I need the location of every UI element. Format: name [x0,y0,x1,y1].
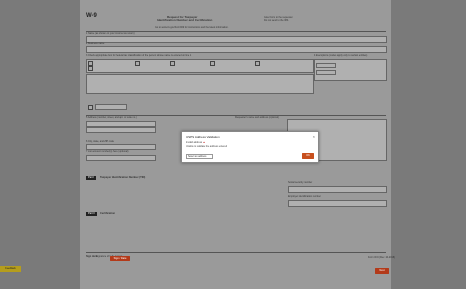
name-field[interactable] [86,36,387,43]
checkbox-partnership[interactable] [210,61,215,66]
checkbox-s-corp[interactable] [170,61,175,66]
business-name-field[interactable] [86,46,387,53]
requester-label: Requester's name and address (optional) [235,116,279,119]
address-validation-dialog: USPS Address Validation × Invalid addres… [181,131,319,163]
line5-label: 5 Address (number, street, and apt. or s… [86,116,137,119]
part2-badge: Part II [86,212,97,216]
next-button[interactable]: Next [375,268,389,274]
part2-heading: Certification [100,212,116,215]
checkbox-trust[interactable] [255,61,260,66]
checkbox-c-corp[interactable] [135,61,140,66]
exempt-payee-field[interactable] [316,63,336,68]
ssn-field[interactable] [288,186,387,193]
line3-label: 3 Check appropriate box for federal tax … [86,54,192,57]
form-footer: Form W-9 (Rev. 10-2018) [368,256,396,259]
instructions-block [86,74,314,94]
line7-label: 7 List account number(s) here (optional) [86,150,129,153]
divider [86,252,386,253]
give-form-note: Give Form to the requester. Do not send … [264,16,294,22]
warning-icon: ▲ [202,141,206,144]
checkbox-other[interactable] [88,105,93,110]
checkbox-llc[interactable] [88,66,93,71]
tax-class-area [86,59,314,73]
sign-date-button[interactable]: Sign / Date [110,256,130,261]
part1-badge: Part I [86,176,97,180]
dialog-message-2: Unable to validate the address entered [186,145,228,148]
form-number: W-9 [86,13,97,19]
part1-heading: Taxpayer Identification Number (TIN) [100,176,146,179]
address-field-2[interactable] [86,127,156,133]
ssn-label: Social security number [288,181,313,184]
ok-button[interactable]: OK [302,153,314,159]
line4-label: 4 Exemptions (codes apply only to certai… [314,54,368,57]
ein-field[interactable] [288,200,387,207]
feedback-tab[interactable]: Feedback [0,266,21,272]
ein-label: Employer identification number [288,195,321,198]
address-select[interactable]: Select an address [186,154,213,159]
close-icon[interactable]: × [313,134,315,139]
dialog-message-1: Invalid address ▲ [186,141,205,144]
dialog-title: USPS Address Validation [186,135,220,139]
fatca-field[interactable] [316,70,336,75]
other-field[interactable] [95,104,127,110]
account-field[interactable] [86,155,156,161]
dialog-message-text: Invalid address [186,141,203,144]
form-title-2: Identification Number and Certification [157,18,213,22]
form-subtitle: Go to www.irs.gov/FormW9 for instruction… [155,26,229,29]
